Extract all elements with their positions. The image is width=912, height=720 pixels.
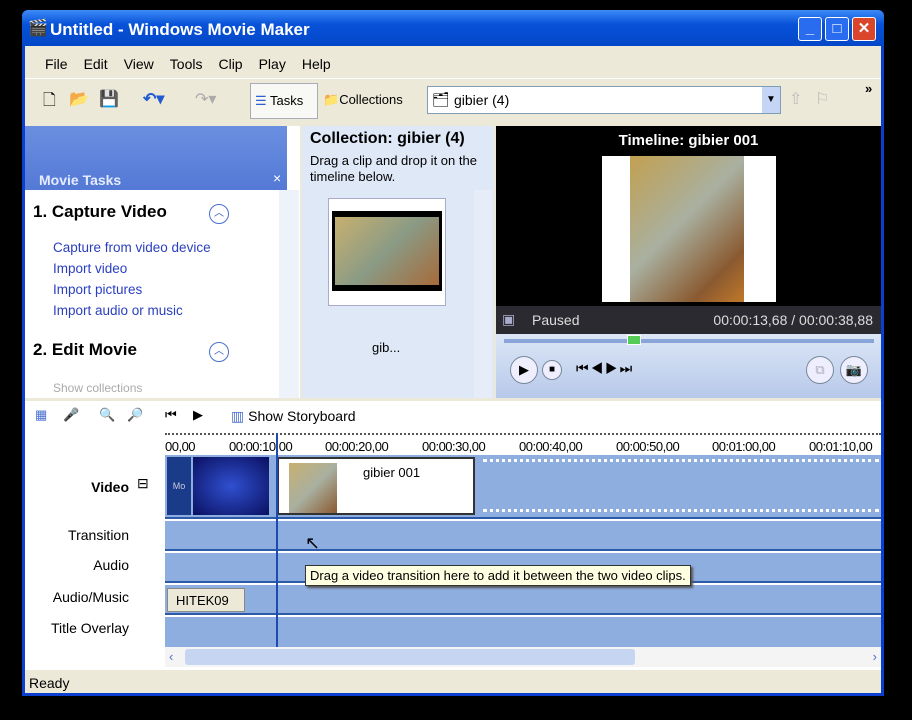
scroll-right-icon[interactable]: › <box>873 649 877 664</box>
track-label-audio: Audio <box>93 557 129 573</box>
track-label-video: Video <box>91 479 129 495</box>
scrollbar-thumb[interactable] <box>185 649 635 665</box>
seek-bar[interactable] <box>504 339 874 343</box>
maximize-button[interactable]: □ <box>825 17 849 41</box>
collection-hint: Drag a clip and drop it on the timeline … <box>310 153 477 184</box>
transition-track[interactable] <box>165 521 881 551</box>
status-bar: Ready <box>25 669 881 693</box>
chevron-down-icon[interactable]: ▼ <box>762 87 780 113</box>
collapse-icon[interactable]: ︿ <box>209 204 229 224</box>
open-icon[interactable]: 📂 <box>69 89 89 109</box>
window-title: Untitled - Windows Movie Maker <box>50 20 310 39</box>
narrate-icon[interactable]: 🎤 <box>63 407 79 423</box>
close-tasks-icon[interactable]: × <box>273 170 281 186</box>
link-capture-device[interactable]: Capture from video device <box>53 240 211 255</box>
clip-intro[interactable]: Mo <box>167 457 191 515</box>
section-edit-movie[interactable]: 2. Edit Movie <box>33 340 137 360</box>
link-import-video[interactable]: Import video <box>53 261 211 276</box>
link-show-collections[interactable]: Show collections <box>53 381 142 395</box>
menu-file[interactable]: File <box>45 56 68 78</box>
split-icon[interactable]: ⧉ <box>806 356 834 384</box>
tasks-icon: ☰ <box>255 93 267 108</box>
movie-tasks-pane: Movie Tasks × 1. Capture Video ︿ Capture… <box>25 126 300 398</box>
tasks-button[interactable]: ☰ Tasks <box>250 83 318 119</box>
tooltip: Drag a video transition here to add it b… <box>305 565 691 586</box>
minimize-button[interactable]: _ <box>798 17 822 41</box>
fullscreen-icon[interactable]: ▣ <box>502 311 515 328</box>
title-overlay-track[interactable] <box>165 617 881 647</box>
preview-time: 00:00:13,68 / 00:00:38,88 <box>713 312 873 328</box>
clip-thumbnail[interactable] <box>328 198 446 306</box>
zoom-out-icon[interactable]: 🔎 <box>127 407 143 423</box>
link-import-audio[interactable]: Import audio or music <box>53 303 211 318</box>
clip-label: gib... <box>372 340 401 355</box>
toolbar: 🗋 📂 💾 ↶▾ ↷▾ ☰ Tasks 📁Collections 🗂 gibie… <box>25 78 881 124</box>
clip-title-video[interactable] <box>193 457 269 515</box>
music-clip[interactable]: HITEK09 <box>167 588 245 612</box>
play-icon[interactable]: ▶ <box>510 356 538 384</box>
menu-view[interactable]: View <box>124 56 154 78</box>
track-label-title-overlay: Title Overlay <box>50 620 129 636</box>
stop-icon[interactable]: ■ <box>542 360 562 380</box>
title-bar: 🎬 Untitled - Windows Movie Maker _ □ ✕ <box>22 10 884 46</box>
mouse-cursor-icon: ↖ <box>305 533 321 553</box>
collection-title: Collection: gibier (4) <box>310 130 465 147</box>
tasks-scrollbar[interactable] <box>279 190 299 398</box>
new-collection-icon[interactable]: ⚐ <box>815 89 829 109</box>
preview-status-bar: ▣ Paused 00:00:13,68 / 00:00:38,88 <box>496 306 881 334</box>
seek-thumb[interactable] <box>626 335 641 345</box>
collection-dropdown[interactable]: 🗂 gibier (4) ▼ <box>427 86 781 114</box>
playback-controls: ▶ ■ ⏮◀▶⏭ ⧉ 📷 <box>496 334 881 398</box>
track-label-audio-music: Audio/Music <box>52 589 129 605</box>
snapshot-icon[interactable]: 📷 <box>840 356 868 384</box>
collection-scrollbar[interactable] <box>474 190 492 398</box>
zoom-in-icon[interactable]: 🔍 <box>99 407 115 423</box>
preview-monitor: Timeline: gibier 001 ▣ Paused 00:00:13,6… <box>496 126 881 398</box>
show-storyboard-button[interactable]: ▥ Show Storyboard <box>231 408 356 425</box>
playhead[interactable] <box>276 433 278 647</box>
undo-icon[interactable]: ↶▾ <box>143 89 164 109</box>
movie-tasks-header: Movie Tasks <box>39 172 122 188</box>
folder-icon: 📁 <box>323 92 340 107</box>
preview-title: Timeline: gibier 001 <box>618 132 759 149</box>
menu-bar: File Edit View Tools Clip Play Help <box>25 46 881 78</box>
menu-play[interactable]: Play <box>259 56 286 78</box>
save-icon[interactable]: 💾 <box>99 89 119 109</box>
new-icon[interactable]: 🗋 <box>43 89 56 116</box>
collection-pane: Collection: gibier (4) Drag a clip and d… <box>302 126 494 398</box>
scroll-left-icon[interactable]: ‹ <box>169 649 173 664</box>
collapse-video-icon[interactable]: ⊟ <box>137 475 149 492</box>
close-button[interactable]: ✕ <box>852 17 876 41</box>
up-level-icon[interactable]: ⇧ <box>789 89 802 109</box>
menu-edit[interactable]: Edit <box>84 56 108 78</box>
rewind-icon[interactable]: ⏮ <box>165 407 177 423</box>
main-window: 🎬 Untitled - Windows Movie Maker _ □ ✕ F… <box>22 10 884 696</box>
video-track[interactable]: Mo gibier 001 <box>165 455 881 519</box>
collection-icon: 🗂 <box>432 91 450 107</box>
section-capture-video[interactable]: 1. Capture Video <box>33 202 167 222</box>
track-label-transition: Transition <box>68 527 129 543</box>
collapse-icon[interactable]: ︿ <box>209 342 229 362</box>
play-timeline-icon[interactable]: ▶ <box>193 407 203 423</box>
toolbar-overflow[interactable]: » <box>865 81 872 96</box>
redo-icon[interactable]: ↷▾ <box>195 89 216 109</box>
audio-music-track[interactable]: HITEK09 <box>165 585 881 615</box>
link-import-pictures[interactable]: Import pictures <box>53 282 211 297</box>
timeline: ▦ 🎤 🔍 🔎 ⏮ ▶ ▥ Show Storyboard 00,00 00:0… <box>25 401 881 669</box>
clip-gibier-001[interactable]: gibier 001 <box>277 457 475 515</box>
storyboard-view-icon[interactable]: ▦ <box>35 407 47 423</box>
menu-tools[interactable]: Tools <box>170 56 203 78</box>
menu-clip[interactable]: Clip <box>218 56 242 78</box>
timeline-scrollbar[interactable]: ‹ › <box>165 647 881 667</box>
menu-help[interactable]: Help <box>302 56 331 78</box>
preview-frame <box>602 156 776 302</box>
collections-button[interactable]: 📁Collections <box>323 92 403 108</box>
frame-navigation-icons[interactable]: ⏮◀▶⏭ <box>576 360 634 377</box>
app-icon: 🎬 <box>28 20 48 37</box>
timeline-ruler[interactable]: 00,00 00:00:10,00 00:00:20,00 00:00:30,0… <box>165 433 881 453</box>
